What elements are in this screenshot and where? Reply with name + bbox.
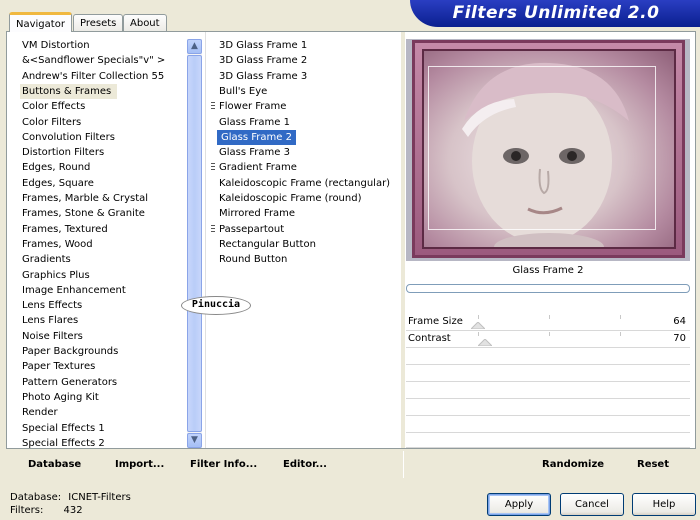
- scrollbar-thumb[interactable]: [187, 55, 202, 432]
- import-button[interactable]: Import...: [115, 459, 164, 470]
- divider: [403, 451, 404, 478]
- category-item[interactable]: Frames, Stone & Granite: [22, 206, 145, 221]
- slider-tick: [620, 332, 621, 336]
- category-item[interactable]: Lens Flares: [22, 313, 78, 328]
- empty-parameter-row: [406, 400, 690, 416]
- filter-item[interactable]: Mirrored Frame: [219, 206, 295, 221]
- empty-parameter-row: [406, 349, 690, 365]
- filter-item[interactable]: Glass Frame 2: [217, 129, 296, 145]
- filter-name-label: Glass Frame 2: [512, 265, 584, 276]
- tab-navigator[interactable]: Navigator: [9, 12, 72, 32]
- parameter-value: 70: [673, 333, 686, 344]
- filter-item[interactable]: Flower Frame: [219, 99, 286, 114]
- submenu-marker-icon: [211, 163, 215, 172]
- category-item[interactable]: Paper Textures: [22, 359, 95, 374]
- category-item[interactable]: Special Effects 2: [22, 436, 105, 451]
- category-item[interactable]: Andrew's Filter Collection 55: [22, 69, 164, 84]
- filter-item[interactable]: Kaleidoscopic Frame (rectangular): [219, 176, 390, 191]
- editor-button[interactable]: Editor...: [283, 459, 327, 470]
- category-item[interactable]: VM Distortion: [22, 38, 90, 53]
- slider-tick: [620, 315, 621, 319]
- category-item[interactable]: Buttons & Frames: [20, 83, 118, 99]
- reset-button[interactable]: Reset: [637, 459, 669, 470]
- parameter-label: Frame Size: [408, 316, 463, 327]
- filter-item[interactable]: Glass Frame 3: [219, 145, 290, 160]
- category-item[interactable]: Distortion Filters: [22, 145, 104, 160]
- status-filters: Filters: 432: [10, 505, 83, 516]
- filter-item[interactable]: 3D Glass Frame 2: [219, 53, 307, 68]
- database-button[interactable]: Database: [28, 459, 81, 470]
- category-item[interactable]: Photo Aging Kit: [22, 390, 99, 405]
- category-item[interactable]: Convolution Filters: [22, 130, 115, 145]
- filter-item[interactable]: Round Button: [219, 252, 287, 267]
- category-item[interactable]: Edges, Square: [22, 176, 94, 191]
- status-filters-value: 432: [63, 505, 83, 516]
- randomize-button[interactable]: Randomize: [542, 459, 604, 470]
- preview-inner-border: [428, 66, 656, 230]
- status-database-label: Database:: [10, 492, 62, 503]
- slider-thumb-icon[interactable]: [471, 322, 485, 329]
- tab-presets[interactable]: Presets: [73, 14, 124, 31]
- category-item[interactable]: Render: [22, 405, 58, 420]
- status-database-value: ICNET-Filters: [68, 492, 131, 503]
- filter-item[interactable]: 3D Glass Frame 1: [219, 38, 307, 53]
- scroll-up-button[interactable]: ▲: [187, 39, 202, 54]
- tab-about[interactable]: About: [123, 14, 167, 31]
- category-item[interactable]: Color Effects: [22, 99, 85, 114]
- empty-parameter-row: [406, 383, 690, 399]
- category-item[interactable]: Frames, Marble & Crystal: [22, 191, 148, 206]
- filter-item[interactable]: Rectangular Button: [219, 237, 316, 252]
- parameter-value: 64: [673, 316, 686, 327]
- filter-item[interactable]: Glass Frame 1: [219, 115, 290, 130]
- status-database: Database: ICNET-Filters: [10, 492, 131, 503]
- category-item[interactable]: Color Filters: [22, 115, 81, 130]
- filter-item[interactable]: 3D Glass Frame 3: [219, 69, 307, 84]
- filter-info-button[interactable]: Filter Info...: [190, 459, 257, 470]
- column-divider: [401, 32, 405, 448]
- column-divider: [205, 32, 206, 448]
- slider-tick: [478, 315, 479, 319]
- category-item[interactable]: Frames, Textured: [22, 222, 108, 237]
- slider-tick: [549, 315, 550, 319]
- category-item[interactable]: Edges, Round: [22, 160, 90, 175]
- scroll-down-button[interactable]: ▼: [187, 433, 202, 448]
- filter-item[interactable]: Gradient Frame: [219, 160, 297, 175]
- category-item[interactable]: Pattern Generators: [22, 375, 117, 390]
- watermark-signature: Pinuccia: [181, 296, 251, 315]
- submenu-marker-icon: [211, 102, 215, 111]
- progress-bar: [406, 284, 690, 293]
- category-item[interactable]: Lens Effects: [22, 298, 82, 313]
- status-filters-label: Filters:: [10, 505, 44, 516]
- filter-item[interactable]: Kaleidoscopic Frame (round): [219, 191, 362, 206]
- filter-item[interactable]: Passepartout: [219, 222, 284, 237]
- filter-item[interactable]: Bull's Eye: [219, 84, 267, 99]
- parameter-label: Contrast: [408, 333, 451, 344]
- category-item[interactable]: Gradients: [22, 252, 71, 267]
- category-item[interactable]: Frames, Wood: [22, 237, 93, 252]
- help-button[interactable]: Help: [632, 493, 696, 516]
- app-title-banner: Filters Unlimited 2.0: [410, 0, 700, 27]
- category-item[interactable]: Noise Filters: [22, 329, 83, 344]
- slider-tick: [478, 332, 479, 336]
- cancel-button[interactable]: Cancel: [560, 493, 624, 516]
- parameter-row-contrast[interactable]: Contrast 70: [406, 332, 690, 348]
- parameter-row-frame-size[interactable]: Frame Size 64: [406, 315, 690, 331]
- category-item[interactable]: Image Enhancement: [22, 283, 126, 298]
- empty-parameter-row: [406, 432, 690, 448]
- slider-thumb-icon[interactable]: [478, 339, 492, 346]
- category-item[interactable]: Graphics Plus: [22, 268, 90, 283]
- empty-parameter-row: [406, 417, 690, 433]
- category-item[interactable]: Paper Backgrounds: [22, 344, 118, 359]
- apply-button[interactable]: Apply: [487, 493, 551, 516]
- submenu-marker-icon: [211, 224, 215, 233]
- category-item[interactable]: &<Sandflower Specials"v" >: [22, 53, 165, 68]
- empty-parameter-row: [406, 366, 690, 382]
- category-item[interactable]: Special Effects 1: [22, 421, 105, 436]
- slider-tick: [549, 332, 550, 336]
